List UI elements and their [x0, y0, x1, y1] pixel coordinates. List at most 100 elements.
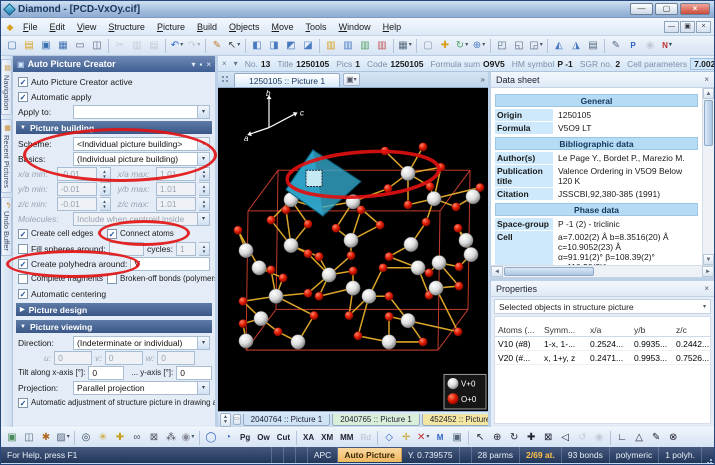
- column-header[interactable]: x/a: [587, 325, 631, 335]
- column-header[interactable]: Atoms (...: [495, 325, 541, 335]
- window-new-icon[interactable]: ◧: [249, 38, 265, 54]
- menu-item-move[interactable]: Move: [266, 20, 300, 34]
- label-atoms-icon[interactable]: XA: [300, 430, 317, 446]
- checkbox[interactable]: [18, 274, 28, 284]
- translate-mode-icon[interactable]: ✚: [523, 430, 539, 446]
- section-header-picture-design[interactable]: ▶Picture design: [16, 303, 212, 316]
- open-folder-icon[interactable]: ▤: [21, 38, 37, 54]
- save-all-icon[interactable]: ▦: [55, 38, 71, 54]
- view-layout-single-icon[interactable]: ◰: [494, 38, 510, 54]
- checkbox[interactable]: ✓: [18, 398, 28, 408]
- measure-distance-icon[interactable]: ∟: [614, 430, 630, 446]
- cell-cube-icon[interactable]: ◇: [381, 430, 397, 446]
- tab-scroll-spinner[interactable]: ▲▼: [220, 413, 231, 427]
- build-picture-icon[interactable]: ▣: [4, 430, 20, 446]
- zoom-mode-icon[interactable]: ⊕: [489, 430, 505, 446]
- structure-canvas[interactable]: bcaV+0O+0: [218, 88, 488, 411]
- data-sheet-vertical-scrollbar[interactable]: ▲ ▼: [702, 88, 714, 265]
- menu-item-window[interactable]: Window: [333, 20, 377, 34]
- combo-molecules[interactable]: Include when centroid inside▾: [73, 212, 210, 226]
- spinner-icon[interactable]: ▲▼: [100, 197, 111, 211]
- distances-pencil-icon[interactable]: ✎: [608, 38, 624, 54]
- tab-overflow-icon[interactable]: »: [481, 75, 485, 84]
- print-preview-icon[interactable]: ◫: [89, 38, 105, 54]
- picture-blank-icon[interactable]: ▢: [420, 38, 436, 54]
- cut-icon[interactable]: ✂: [112, 38, 128, 54]
- checkbox[interactable]: ✓: [18, 259, 28, 269]
- text-field[interactable]: 1.01: [156, 197, 196, 211]
- text-field[interactable]: 1: [176, 242, 196, 256]
- powder-pattern-icon[interactable]: P: [625, 38, 641, 54]
- mdi-minimize-button[interactable]: —: [664, 21, 679, 33]
- network-icon[interactable]: ⁂: [163, 430, 179, 446]
- text-field[interactable]: -0.01: [57, 182, 97, 196]
- combo-applyto[interactable]: ▾: [73, 105, 210, 119]
- window-tile-horizontal-icon[interactable]: ◩: [283, 38, 299, 54]
- checkbox[interactable]: ✓: [18, 92, 28, 102]
- text-field[interactable]: 1.01: [156, 182, 196, 196]
- combo-basics[interactable]: (Individual picture building)▾: [73, 152, 210, 166]
- menu-item-help[interactable]: Help: [377, 20, 408, 34]
- table-row[interactable]: V20 (#...x, 1+y, z0.2471...0.9953...0.75…: [495, 351, 710, 365]
- picture-menu-icon[interactable]: ▨▾: [55, 430, 71, 446]
- move-atom-icon[interactable]: ✛: [398, 430, 414, 446]
- new-structure-icon[interactable]: N▾: [659, 38, 675, 54]
- copy-icon[interactable]: ▥: [129, 38, 145, 54]
- data-table-icon[interactable]: ▤: [585, 38, 601, 54]
- resize-grip[interactable]: [702, 447, 714, 463]
- text-field[interactable]: 0: [88, 366, 124, 380]
- checkbox[interactable]: ✓: [18, 77, 28, 87]
- cut-plane-icon[interactable]: Cut: [274, 430, 293, 446]
- adjust-tools-icon[interactable]: ✱: [38, 430, 54, 446]
- text-field[interactable]: 0: [54, 351, 92, 365]
- menu-item-tools[interactable]: Tools: [300, 20, 333, 34]
- menu-item-build[interactable]: Build: [191, 20, 223, 34]
- scroll-up-icon[interactable]: ▲: [703, 88, 714, 99]
- menu-item-view[interactable]: View: [71, 20, 102, 34]
- text-field[interactable]: 0: [105, 351, 143, 365]
- spinner-icon[interactable]: ▲▼: [199, 167, 210, 181]
- packing-range-icon[interactable]: Pg: [237, 430, 253, 446]
- picture-copy-icon[interactable]: ⊕▾: [471, 38, 487, 54]
- checkbox[interactable]: ✓: [18, 289, 28, 299]
- measure-m-icon[interactable]: M: [432, 430, 448, 446]
- menu-item-picture[interactable]: Picture: [151, 20, 191, 34]
- doc-picture-icon[interactable]: ▥: [340, 38, 356, 54]
- menu-item-objects[interactable]: Objects: [223, 20, 266, 34]
- data-sheet-close-icon[interactable]: ×: [704, 75, 709, 84]
- overlap-icon[interactable]: Ow: [254, 430, 272, 446]
- format-brush-icon[interactable]: ✎: [209, 38, 225, 54]
- tab-list-button[interactable]: ▭: [233, 414, 241, 425]
- properties-close-icon[interactable]: ×: [704, 284, 709, 293]
- menu-item-structure[interactable]: Structure: [102, 20, 151, 34]
- sidebar-tab-recent-pictures[interactable]: ▦Recent Pictures: [1, 119, 12, 193]
- doc-structure-icon[interactable]: ▥: [323, 38, 339, 54]
- tilt-mode-icon[interactable]: ◁: [557, 430, 573, 446]
- broken-coordination-icon[interactable]: ◔: [220, 430, 236, 446]
- minimize-button[interactable]: —: [630, 3, 653, 15]
- spinner-icon[interactable]: ▲▼: [100, 182, 111, 196]
- picture-tab[interactable]: 2040765 :: Picture 1: [332, 414, 420, 426]
- measure-torsion-icon[interactable]: ✎: [648, 430, 664, 446]
- add-atoms-icon[interactable]: ✚: [112, 430, 128, 446]
- mdi-restore-button[interactable]: ▣: [680, 21, 695, 33]
- resize-mode-icon[interactable]: ⊠: [540, 430, 556, 446]
- properties-scope-select[interactable]: Selected objects in structure picture ▾: [494, 299, 711, 314]
- menu-item-file[interactable]: File: [17, 20, 44, 34]
- checkbox[interactable]: [107, 274, 117, 284]
- mdi-close-button[interactable]: ×: [696, 21, 711, 33]
- column-header[interactable]: Symm...: [541, 325, 587, 335]
- spinner-icon[interactable]: ▲▼: [100, 167, 111, 181]
- redo-icon[interactable]: ↷▾: [186, 38, 202, 54]
- label-rd-icon[interactable]: Rd: [357, 430, 374, 446]
- text-field[interactable]: 0: [176, 366, 212, 380]
- spinner-icon[interactable]: ▲▼: [199, 182, 210, 196]
- record-close-icon[interactable]: ×: [222, 59, 227, 68]
- scroll-right-icon[interactable]: ►: [702, 266, 714, 277]
- text-field[interactable]: -0.01: [57, 197, 97, 211]
- picture-new-icon[interactable]: ✚: [437, 38, 453, 54]
- snapshot-icon[interactable]: ▣: [449, 430, 465, 446]
- new-document-icon[interactable]: ▢: [4, 38, 20, 54]
- save-icon[interactable]: ▣: [38, 38, 54, 54]
- scrollbar-thumb[interactable]: [704, 100, 713, 146]
